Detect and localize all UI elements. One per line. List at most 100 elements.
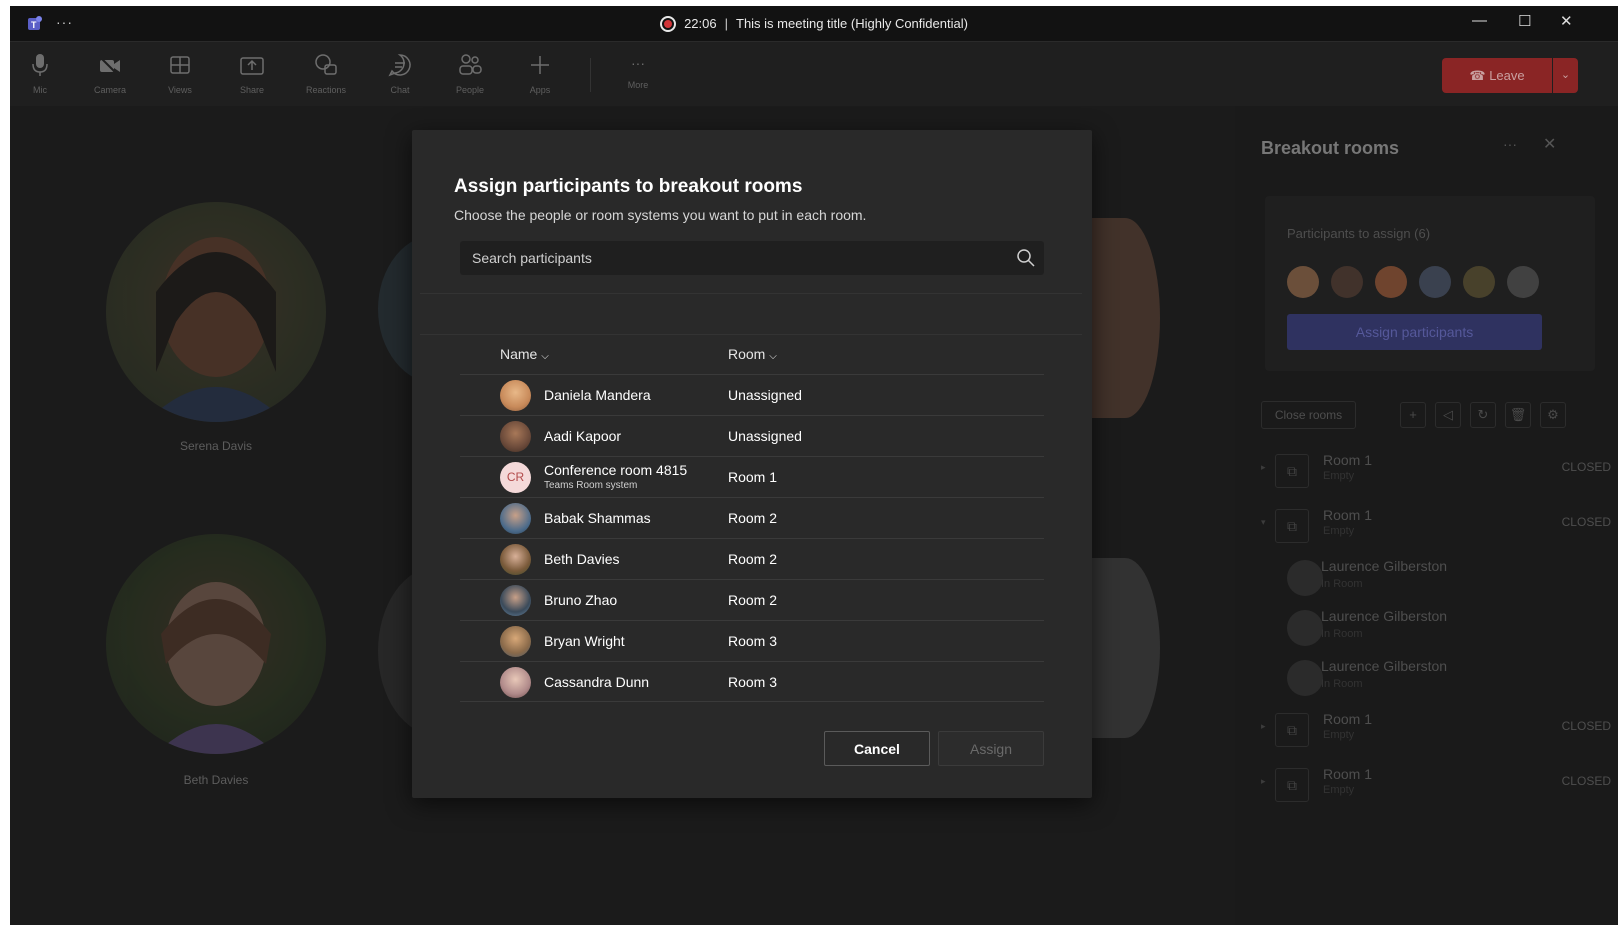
member-name: Laurence Gilberston xyxy=(1321,608,1448,624)
refresh-icon[interactable]: ↻ xyxy=(1470,402,1496,428)
settings-icon[interactable]: ⚙ xyxy=(1540,402,1566,428)
table-row[interactable]: CR Conference room 4815 Teams Room syste… xyxy=(460,456,1044,497)
table-row[interactable]: Bryan Wright Room 3 xyxy=(460,620,1044,661)
avatar xyxy=(500,544,531,575)
room-column-header[interactable]: Room ⌵ xyxy=(728,346,777,362)
room-row[interactable]: ▸ ⧉ Room 1 Empty CLOSED xyxy=(1261,450,1611,492)
room-row[interactable]: ▾ ⧉ Room 1 Empty CLOSED xyxy=(1261,505,1611,547)
chevron-right-icon[interactable]: ▸ xyxy=(1261,721,1266,732)
chevron-down-icon[interactable]: ▾ xyxy=(1261,517,1266,528)
room-assignment[interactable]: Unassigned xyxy=(728,428,802,444)
mic-button[interactable]: Mic xyxy=(10,52,70,95)
apps-button[interactable]: Apps xyxy=(510,52,570,95)
table-row[interactable]: Daniela Mandera Unassigned xyxy=(460,374,1044,415)
chat-icon xyxy=(388,54,411,77)
room-member-row[interactable]: Laurence Gilberston In Room xyxy=(1261,556,1611,598)
camera-off-icon xyxy=(98,55,120,77)
minimize-icon[interactable]: — xyxy=(1472,12,1487,29)
panel-more-icon[interactable]: ··· xyxy=(1503,136,1517,152)
more-label: More xyxy=(627,80,649,90)
more-button[interactable]: ··· More xyxy=(608,52,668,90)
assign-button[interactable]: Assign xyxy=(938,731,1044,766)
participant-name: Bruno Zhao xyxy=(544,592,618,608)
participant-name: Serena Davis xyxy=(179,439,253,453)
room-name: Room 1 xyxy=(1323,711,1373,727)
divider xyxy=(420,293,1082,294)
search-icon[interactable] xyxy=(1016,248,1036,268)
room-status-text: Empty xyxy=(1323,784,1355,796)
camera-label: Camera xyxy=(93,85,126,95)
participant-name: Cassandra Dunn xyxy=(544,674,650,690)
close-rooms-button[interactable]: Close rooms xyxy=(1261,401,1356,429)
table-row[interactable]: Bruno Zhao Room 2 xyxy=(460,579,1044,620)
room-name: Room 1 xyxy=(1323,452,1373,468)
apps-label: Apps xyxy=(529,85,551,95)
search-box[interactable] xyxy=(460,241,1044,275)
room-assignment[interactable]: Room 1 xyxy=(728,469,777,485)
room-assignment[interactable]: Room 2 xyxy=(728,510,777,526)
breakout-rooms-panel: Breakout rooms ··· ✕ Participants to ass… xyxy=(1235,106,1618,925)
meeting-toolbar: Mic Camera Views Share Reactions Chat Pe… xyxy=(10,42,1618,106)
avatar xyxy=(1287,560,1323,596)
room-name: Room 1 xyxy=(1323,766,1373,782)
member-status: In Room xyxy=(1321,628,1363,640)
reactions-label: Reactions xyxy=(305,85,347,95)
chevron-down-icon: ⌵ xyxy=(769,351,777,362)
avatar xyxy=(1419,266,1451,298)
room-assignment[interactable]: Room 2 xyxy=(728,551,777,567)
maximize-icon[interactable]: ☐ xyxy=(1518,12,1531,30)
leave-options-icon[interactable]: ⌄ xyxy=(1553,58,1578,93)
teams-meeting-window: T ··· 22:06 | This is meeting title (Highl… xyxy=(10,6,1618,925)
views-button[interactable]: Views xyxy=(150,52,210,95)
name-column-header[interactable]: Name ⌵ xyxy=(500,346,549,362)
room-status-text: Empty xyxy=(1323,525,1355,537)
table-row[interactable]: Aadi Kapoor Unassigned xyxy=(460,415,1044,456)
cancel-button[interactable]: Cancel xyxy=(824,731,930,766)
room-state-badge: CLOSED xyxy=(1561,719,1611,733)
add-room-icon[interactable]: + xyxy=(1400,402,1426,428)
people-label: People xyxy=(455,85,485,95)
table-row[interactable]: Babak Shammas Room 2 xyxy=(460,497,1044,538)
chevron-down-icon: ⌵ xyxy=(541,351,549,362)
close-window-icon[interactable]: ✕ xyxy=(1560,12,1573,30)
avatar xyxy=(1287,610,1323,646)
reactions-button[interactable]: Reactions xyxy=(296,52,356,95)
room-member-row[interactable]: Laurence Gilberston In Room xyxy=(1261,606,1611,648)
chevron-right-icon[interactable]: ▸ xyxy=(1261,776,1266,787)
room-assignment[interactable]: Room 3 xyxy=(728,674,777,690)
share-button[interactable]: Share xyxy=(222,52,282,95)
participant-name: Babak Shammas xyxy=(544,510,651,526)
room-assignment[interactable]: Room 2 xyxy=(728,592,777,608)
room-assignment[interactable]: Unassigned xyxy=(728,387,802,403)
people-button[interactable]: People xyxy=(440,52,500,95)
participant-name: Bryan Wright xyxy=(544,633,625,649)
member-status: In Room xyxy=(1321,678,1363,690)
avatar xyxy=(1463,266,1495,298)
panel-close-icon[interactable]: ✕ xyxy=(1543,134,1556,154)
camera-button[interactable]: Camera xyxy=(80,52,140,95)
meeting-timer: 22:06 xyxy=(684,16,717,31)
announce-icon[interactable]: ◁ xyxy=(1435,402,1461,428)
leave-button[interactable]: ☎ Leave xyxy=(1442,58,1552,93)
delete-icon[interactable]: 🗑 xyxy=(1505,402,1531,428)
member-name: Laurence Gilberston xyxy=(1321,658,1448,674)
chat-button[interactable]: Chat xyxy=(370,52,430,95)
table-row[interactable]: Beth Davies Room 2 xyxy=(460,538,1044,579)
room-system-avatar: CR xyxy=(500,462,531,493)
avatar xyxy=(1287,266,1319,298)
room-state-badge: CLOSED xyxy=(1561,515,1611,529)
assign-section: Participants to assign (6) Assign partic… xyxy=(1265,196,1595,371)
room-member-row[interactable]: Laurence Gilberston In Room xyxy=(1261,656,1611,698)
table-row[interactable]: Cassandra Dunn Room 3 xyxy=(460,661,1044,702)
avatar xyxy=(1331,266,1363,298)
room-row[interactable]: ▸ ⧉ Room 1 Empty CLOSED xyxy=(1261,764,1611,806)
search-input[interactable] xyxy=(460,241,1000,275)
room-row[interactable]: ▸ ⧉ Room 1 Empty CLOSED xyxy=(1261,709,1611,751)
people-icon xyxy=(459,54,482,75)
room-assignment[interactable]: Room 3 xyxy=(728,633,777,649)
chevron-right-icon[interactable]: ▸ xyxy=(1261,462,1266,473)
assign-participants-button[interactable]: Assign participants xyxy=(1287,314,1542,350)
participant-video xyxy=(106,202,326,422)
views-icon xyxy=(170,56,190,74)
avatar xyxy=(500,380,531,411)
